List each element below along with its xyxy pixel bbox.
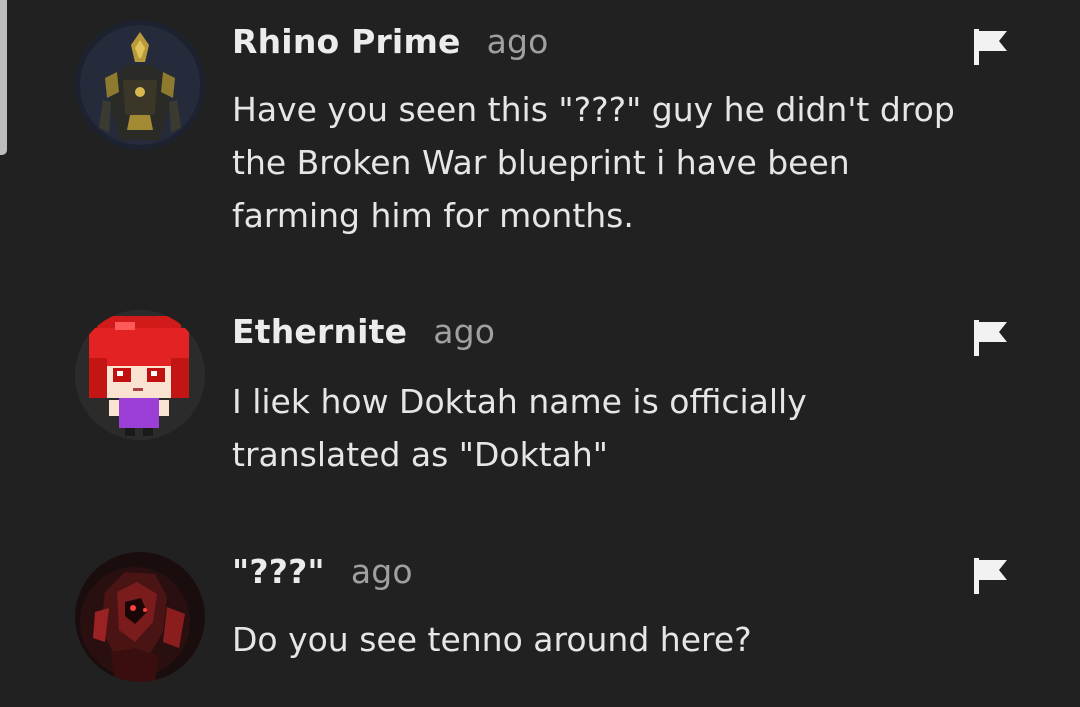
username-text: "???" [232, 552, 325, 591]
comment-body: Have you seen this "???" guy he didn't d… [232, 83, 1032, 242]
flag-icon[interactable] [971, 556, 1011, 596]
comment-line: the Broken War blueprint i have been [232, 143, 850, 182]
username[interactable]: Ethernite ago [232, 312, 495, 351]
comment-line: translated as "Doktah" [232, 435, 608, 474]
flag-icon[interactable] [971, 318, 1011, 358]
user-avatar[interactable] [75, 310, 205, 440]
username[interactable]: "???" ago [232, 552, 413, 591]
user-avatar[interactable] [75, 20, 205, 150]
comment-line: I liek how Doktah name is officially [232, 382, 807, 421]
timestamp: ago [350, 552, 413, 591]
comment-line: Have you seen this "???" guy he didn't d… [232, 90, 955, 129]
dark-red-figure-avatar-icon [75, 552, 205, 682]
pixel-redhead-avatar-icon [75, 310, 205, 440]
timestamp: ago [486, 22, 549, 61]
comment-line: Do you see tenno around here? [232, 620, 752, 659]
username-text: Ethernite [232, 312, 408, 351]
flag-icon[interactable] [971, 27, 1011, 67]
scrollbar[interactable] [0, 0, 7, 155]
armored-warrior-avatar-icon [75, 20, 205, 150]
username[interactable]: Rhino Prime ago [232, 22, 549, 61]
comment-line: farming him for months. [232, 196, 634, 235]
user-avatar[interactable] [75, 552, 205, 682]
comment-body: I liek how Doktah name is officially tra… [232, 375, 1032, 481]
timestamp: ago [433, 312, 496, 351]
comment-thread: Rhino Prime ago Have you seen this "???" … [0, 0, 1080, 707]
username-text: Rhino Prime [232, 22, 461, 61]
comment-body: Do you see tenno around here? [232, 613, 1032, 666]
